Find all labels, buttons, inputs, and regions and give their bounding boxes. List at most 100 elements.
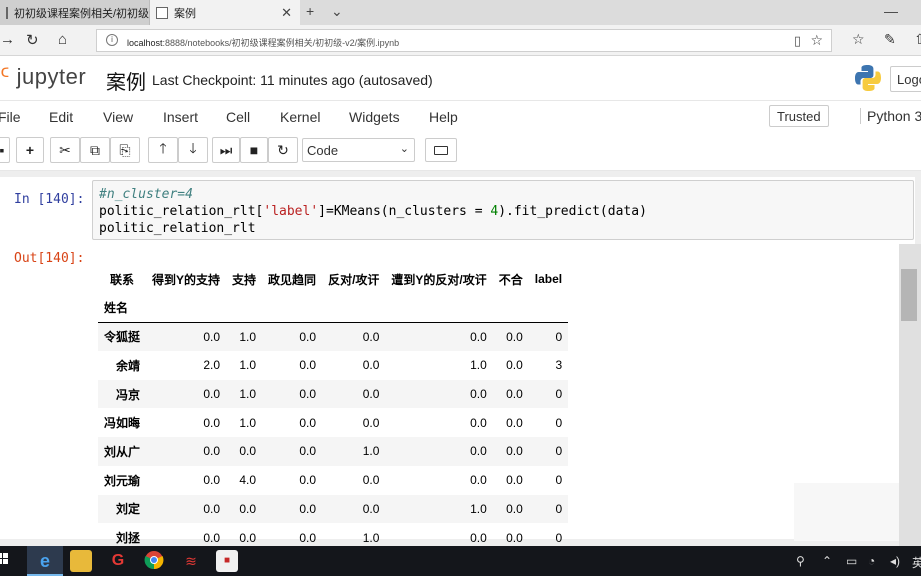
- table-cell: 0.0: [506, 387, 523, 402]
- table-cell: 0.0: [203, 415, 221, 430]
- table-cell: 0.0: [299, 387, 317, 402]
- browser-tab-2[interactable]: 案例 ✕: [150, 0, 300, 25]
- table-cell: 1.0: [470, 358, 487, 373]
- battery-icon[interactable]: ▭: [846, 554, 857, 568]
- kernel-indicator[interactable]: Python 3: [860, 108, 921, 124]
- row-index-label: 余靖: [116, 358, 141, 373]
- menu-help[interactable]: Help: [429, 109, 458, 125]
- empty-header-cell: [226, 294, 262, 323]
- menu-bar: File Edit View Insert Cell Kernel Widget…: [0, 100, 921, 131]
- menu-view[interactable]: View: [103, 109, 133, 125]
- table-cell: 0.0: [362, 358, 380, 373]
- system-tray-chevron-icon[interactable]: ⌃: [822, 554, 832, 568]
- keyboard-icon: [434, 146, 448, 155]
- table-cell: 0.0: [506, 444, 523, 459]
- code-editor[interactable]: #n_cluster=4 politic_relation_rlt['label…: [92, 180, 914, 240]
- vertical-scrollbar[interactable]: [899, 244, 921, 546]
- arrow-up-icon: 🡑: [159, 140, 167, 156]
- jupyter-logo[interactable]: ᑦ jupyter: [0, 64, 86, 90]
- table-cell: 0.0: [470, 473, 487, 488]
- paste-button[interactable]: ⎘: [110, 137, 140, 163]
- move-down-button[interactable]: 🡓: [178, 137, 208, 163]
- favorite-star-icon[interactable]: ☆: [810, 32, 823, 49]
- chrome-icon[interactable]: [143, 550, 165, 572]
- table-cell: 3: [555, 358, 563, 373]
- scrollbar-thumb[interactable]: [901, 269, 917, 321]
- table-row: 刘元瑜 0.0 4.0 0.0 0.0 0.0 0.0 0: [98, 466, 568, 495]
- people-icon[interactable]: ⚲: [796, 554, 805, 568]
- reading-view-icon[interactable]: ▯: [794, 33, 801, 49]
- minimize-window-button[interactable]: —: [884, 3, 898, 19]
- app-orange-icon[interactable]: ≋: [180, 550, 202, 572]
- table-cell: 4.0: [239, 473, 257, 488]
- arrow-down-icon: 🡓: [189, 140, 197, 156]
- cell-type-value: Code: [307, 143, 339, 158]
- table-cell: 0.0: [506, 501, 523, 516]
- favorites-hub-icon[interactable]: ☆: [852, 31, 865, 48]
- jupyter-header: ᑦ jupyter 案例 Last Checkpoint: 11 minutes…: [0, 56, 921, 100]
- menu-edit[interactable]: Edit: [49, 109, 73, 125]
- notebook-toolbar: ▪ + ✂ ⧉ ⎘ 🡑 🡓 ⏭ ■ ↻ Code ⌄: [0, 131, 921, 171]
- menu-insert[interactable]: Insert: [163, 109, 198, 125]
- url-text: localhost:8888/notebooks/初初级课程案例相关/初初级-v…: [127, 38, 400, 48]
- browser-tab-strip: 初初级课程案例相关/初初级 案例 ✕ + ⌄ —: [0, 0, 921, 25]
- save-button[interactable]: ▪: [0, 137, 10, 163]
- input-prompt: In [140]:: [14, 192, 85, 207]
- new-tab-button[interactable]: +: [306, 3, 314, 19]
- close-tab-icon[interactable]: ✕: [281, 5, 292, 21]
- table-cell: 0.0: [470, 415, 487, 430]
- table-cell: 0.0: [470, 530, 487, 545]
- tab-list-chevron-icon[interactable]: ⌄: [331, 3, 343, 20]
- code-cell[interactable]: In [140]: #n_cluster=4 politic_relation_…: [0, 177, 915, 545]
- table-row: 冯京 0.0 1.0 0.0 0.0 0.0 0.0 0: [98, 379, 569, 409]
- menu-file[interactable]: File: [0, 109, 21, 125]
- browser-tab-1[interactable]: 初初级课程案例相关/初初级: [0, 0, 150, 25]
- share-icon[interactable]: ⇧: [914, 31, 921, 48]
- table-cell: 0.0: [506, 358, 523, 373]
- menu-widgets[interactable]: Widgets: [349, 109, 400, 125]
- interrupt-button[interactable]: ■: [240, 137, 268, 163]
- restart-icon: ↻: [277, 141, 289, 158]
- row-index-label: 冯京: [116, 387, 141, 402]
- notebook-title[interactable]: 案例: [106, 66, 146, 95]
- logout-button[interactable]: Logo: [890, 66, 921, 92]
- start-windows-icon[interactable]: [0, 550, 10, 572]
- cut-button[interactable]: ✂: [50, 137, 80, 163]
- restart-button[interactable]: ↻: [268, 137, 298, 163]
- command-palette-button[interactable]: [425, 138, 457, 162]
- app-document-icon[interactable]: ■: [216, 550, 238, 572]
- app-red-icon[interactable]: G: [107, 550, 129, 572]
- file-explorer-icon[interactable]: [70, 550, 92, 572]
- run-button[interactable]: ⏭: [212, 137, 240, 163]
- table-cell: 0.0: [203, 473, 221, 488]
- table-cell: 0.0: [203, 501, 221, 516]
- menu-kernel[interactable]: Kernel: [280, 109, 320, 125]
- table-cell: 0: [555, 530, 563, 545]
- table-row: 刘拯 0.0 0.0 0.0 1.0 0.0 0.0 0: [98, 523, 568, 546]
- ime-icon[interactable]: 英: [912, 554, 921, 571]
- table-cell: 0.0: [506, 473, 523, 488]
- table-row: 刘从广 0.0 0.0 0.0 1.0 0.0 0.0 0: [98, 437, 569, 466]
- copy-button[interactable]: ⧉: [80, 137, 110, 163]
- refresh-icon[interactable]: ↻: [26, 31, 39, 49]
- edge-browser-icon[interactable]: e: [34, 550, 56, 572]
- insert-cell-button[interactable]: +: [16, 137, 44, 163]
- move-up-button[interactable]: 🡑: [148, 137, 178, 163]
- checkpoint-status: Last Checkpoint: 11 minutes ago (autosav…: [152, 72, 433, 88]
- table-cell: 0.0: [203, 329, 221, 344]
- back-arrow-icon[interactable]: →: [0, 31, 15, 48]
- menu-cell[interactable]: Cell: [226, 109, 250, 125]
- notebook-area[interactable]: In [140]: #n_cluster=4 politic_relation_…: [0, 171, 921, 546]
- address-bar[interactable]: i localhost:8888/notebooks/初初级课程案例相关/初初级…: [96, 29, 832, 52]
- info-icon[interactable]: i: [106, 34, 118, 46]
- home-icon[interactable]: ⌂: [58, 31, 67, 48]
- table-cell: 1.0: [239, 358, 257, 373]
- row-index-label: 刘拯: [116, 531, 141, 546]
- table-cell: 0.0: [299, 358, 317, 373]
- volume-icon[interactable]: ◂): [890, 554, 900, 568]
- network-icon[interactable]: ◔: [868, 554, 875, 568]
- trusted-badge[interactable]: Trusted: [769, 105, 829, 127]
- cell-type-select[interactable]: Code ⌄: [302, 138, 415, 162]
- web-note-pen-icon[interactable]: ✎: [884, 31, 896, 48]
- row-index-label: 刘定: [116, 502, 141, 517]
